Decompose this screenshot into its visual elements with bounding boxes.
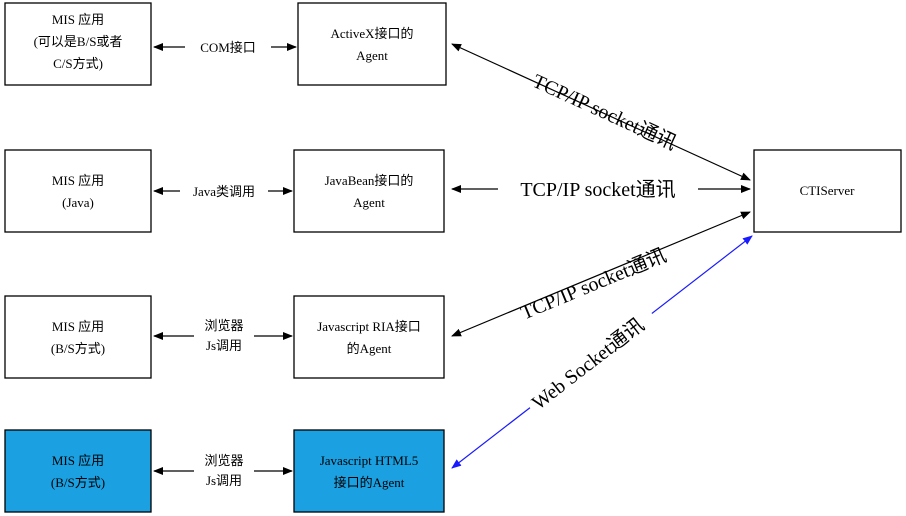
js-html5-link-label-line-1: 浏览器 bbox=[204, 453, 243, 468]
mis-app-1-line-2: (可以是B/S或者 bbox=[34, 34, 123, 49]
mis-app-box-3: MIS 应用 (B/S方式) bbox=[4, 295, 152, 379]
activex-agent-box: ActiveX接口的 Agent bbox=[297, 2, 447, 86]
js-ria-link: 浏览器 Js调用 bbox=[153, 316, 293, 356]
js-html5-link-label-line-2: Js调用 bbox=[206, 473, 242, 488]
mis-app-2-line-2: (Java) bbox=[62, 195, 94, 210]
websocket-label: Web Socket通讯 bbox=[527, 313, 648, 414]
javabean-tcp-label: TCP/IP socket通讯 bbox=[520, 178, 675, 201]
activex-tcp-connection: TCP/IP socket通讯 bbox=[451, 43, 751, 181]
mis-app-box-4: MIS 应用 (B/S方式) bbox=[4, 429, 152, 513]
js-ria-link-label-line-1: 浏览器 bbox=[204, 318, 243, 333]
js-ria-link-label-line-2: Js调用 bbox=[206, 338, 242, 353]
mis-app-4-line-2: (B/S方式) bbox=[51, 475, 105, 490]
architecture-diagram: MIS 应用 (可以是B/S或者 C/S方式) COM接口 ActiveX接口的… bbox=[4, 2, 902, 513]
js-ria-tcp-connection: TCP/IP socket通讯 bbox=[451, 211, 751, 337]
activex-agent-line-1: ActiveX接口的 bbox=[330, 26, 413, 41]
js-html5-link: 浏览器 Js调用 bbox=[153, 451, 293, 491]
mis-app-3-line-2: (B/S方式) bbox=[51, 341, 105, 356]
mis-app-3-line-1: MIS 应用 bbox=[52, 319, 104, 334]
javabean-agent-line-1: JavaBean接口的 bbox=[325, 173, 414, 188]
com-link: COM接口 bbox=[153, 38, 297, 56]
javabean-agent-box: JavaBean接口的 Agent bbox=[293, 149, 445, 233]
javabean-agent-line-2: Agent bbox=[353, 195, 385, 210]
js-ria-agent-line-2: 的Agent bbox=[347, 341, 392, 356]
mis-app-4-line-1: MIS 应用 bbox=[52, 453, 104, 468]
js-ria-agent-line-1: Javascript RIA接口 bbox=[317, 319, 421, 334]
js-ria-agent-box: Javascript RIA接口 的Agent bbox=[293, 295, 445, 379]
js-html5-agent-line-2: 接口的Agent bbox=[334, 475, 405, 490]
js-html5-agent-line-1: Javascript HTML5 bbox=[320, 453, 419, 468]
cti-server-box: CTIServer bbox=[753, 149, 902, 233]
com-link-label: COM接口 bbox=[200, 40, 256, 55]
mis-app-box-1: MIS 应用 (可以是B/S或者 C/S方式) bbox=[4, 2, 152, 86]
mis-app-box-2: MIS 应用 (Java) bbox=[4, 149, 152, 233]
mis-app-1-line-3: C/S方式) bbox=[53, 56, 103, 71]
javabean-tcp-connection: TCP/IP socket通讯 bbox=[451, 174, 751, 202]
activex-agent-line-2: Agent bbox=[356, 48, 388, 63]
java-link-label: Java类调用 bbox=[193, 184, 255, 199]
mis-app-2-line-1: MIS 应用 bbox=[52, 173, 104, 188]
js-html5-agent-box: Javascript HTML5 接口的Agent bbox=[293, 429, 445, 513]
cti-server-label: CTIServer bbox=[800, 183, 856, 198]
mis-app-1-line-1: MIS 应用 bbox=[52, 12, 104, 27]
java-link: Java类调用 bbox=[153, 182, 293, 200]
activex-tcp-label: TCP/IP socket通讯 bbox=[529, 69, 680, 154]
